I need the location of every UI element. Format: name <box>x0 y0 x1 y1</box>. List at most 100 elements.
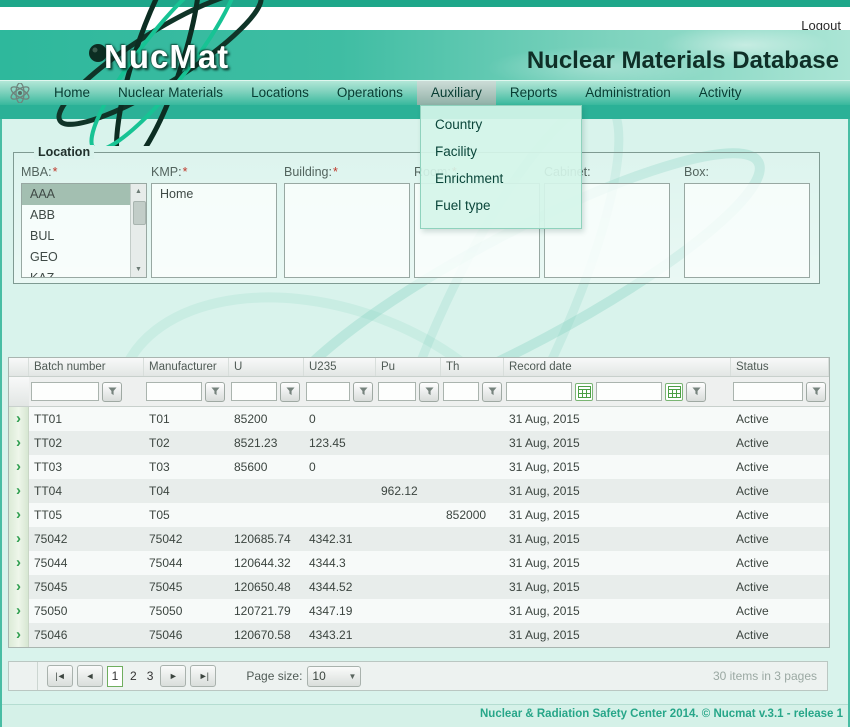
filter-input-status[interactable] <box>733 382 803 401</box>
page-number-link[interactable]: 2 <box>130 669 137 683</box>
column-header-status[interactable]: Status <box>731 358 829 376</box>
list-item[interactable]: Home <box>152 184 276 205</box>
expand-row-icon[interactable] <box>16 624 21 646</box>
table-row[interactable]: 7504275042120685.744342.3131 Aug, 2015Ac… <box>9 527 829 551</box>
table-row[interactable]: 7504675046120670.584343.2131 Aug, 2015Ac… <box>9 623 829 647</box>
brand-title[interactable]: NucMat <box>104 38 229 76</box>
expand-cell[interactable] <box>9 503 29 527</box>
column-header-u[interactable]: U <box>229 358 304 376</box>
calendar-button[interactable] <box>575 383 593 401</box>
list-item[interactable]: AAA <box>22 184 131 205</box>
expand-cell[interactable] <box>9 551 29 575</box>
table-row[interactable]: TT01T0185200031 Aug, 2015Active <box>9 407 829 431</box>
table-row[interactable]: 7504575045120650.484344.5231 Aug, 2015Ac… <box>9 575 829 599</box>
expand-row-icon[interactable] <box>16 408 21 430</box>
scroll-down-icon[interactable] <box>131 262 146 277</box>
nav-item-auxiliary[interactable]: Auxiliary <box>417 81 496 105</box>
page-size-select[interactable]: 10 <box>307 666 361 687</box>
table-row[interactable]: TT03T0385600031 Aug, 2015Active <box>9 455 829 479</box>
list-item[interactable]: BUL <box>22 226 146 247</box>
menu-item-fuel-type[interactable]: Fuel type <box>421 192 581 219</box>
location-field-kmp: KMP:*Home <box>151 165 277 278</box>
filter-funnel-button[interactable] <box>353 382 373 402</box>
filter-input-record-date-from[interactable] <box>506 382 572 401</box>
filter-input-pu[interactable] <box>378 382 416 401</box>
nav-item-administration[interactable]: Administration <box>571 81 685 105</box>
expand-row-icon[interactable] <box>16 432 21 454</box>
filter-input-record-date-to[interactable] <box>596 382 662 401</box>
column-header-u235[interactable]: U235 <box>304 358 376 376</box>
expand-row-icon[interactable] <box>16 528 21 550</box>
filter-funnel-button[interactable] <box>686 382 706 402</box>
filter-funnel-button[interactable] <box>419 382 439 402</box>
filter-funnel-button[interactable] <box>806 382 826 402</box>
expand-cell[interactable] <box>9 455 29 479</box>
pager-prev-button[interactable] <box>77 665 103 687</box>
filter-funnel-button[interactable] <box>102 382 122 402</box>
footer-bar: Nuclear & Radiation Safety Center 2014. … <box>0 704 850 727</box>
table-row[interactable]: 7504475044120644.324344.331 Aug, 2015Act… <box>9 551 829 575</box>
nav-item-reports[interactable]: Reports <box>496 81 571 105</box>
column-header-manufacturer[interactable]: Manufacturer <box>144 358 229 376</box>
expand-row-icon[interactable] <box>16 456 21 478</box>
pager-last-button[interactable] <box>190 665 216 687</box>
expand-row-icon[interactable] <box>16 504 21 526</box>
filter-funnel-button[interactable] <box>280 382 300 402</box>
scrollbar[interactable] <box>130 184 146 277</box>
list-item[interactable]: GEO <box>22 247 146 268</box>
nav-item-home[interactable]: Home <box>40 81 104 105</box>
menu-item-country[interactable]: Country <box>421 111 581 138</box>
listbox-building[interactable] <box>284 183 410 278</box>
nav-item-operations[interactable]: Operations <box>323 81 417 105</box>
expand-row-icon[interactable] <box>16 576 21 598</box>
filter-input-u235[interactable] <box>306 382 350 401</box>
expand-cell[interactable] <box>9 599 29 623</box>
filter-funnel-button[interactable] <box>205 382 225 402</box>
left-edge-strip <box>0 119 2 727</box>
column-header-pu[interactable]: Pu <box>376 358 441 376</box>
filter-input-th[interactable] <box>443 382 479 401</box>
expand-cell[interactable] <box>9 575 29 599</box>
table-row[interactable]: TT04T04962.1231 Aug, 2015Active <box>9 479 829 503</box>
cell-batch-number: TT03 <box>29 455 144 479</box>
column-header-batch-number[interactable]: Batch number <box>29 358 144 376</box>
page-number-link[interactable]: 3 <box>147 669 154 683</box>
expand-row-icon[interactable] <box>16 600 21 622</box>
expand-cell[interactable] <box>9 431 29 455</box>
nav-item-locations[interactable]: Locations <box>237 81 323 105</box>
nav-item-nuclear-materials[interactable]: Nuclear Materials <box>104 81 237 105</box>
column-header-record-date[interactable]: Record date <box>504 358 731 376</box>
expand-cell[interactable] <box>9 527 29 551</box>
page-number-current[interactable]: 1 <box>107 666 123 687</box>
pager-next-button[interactable] <box>160 665 186 687</box>
listbox-kmp[interactable]: Home <box>151 183 277 278</box>
list-item[interactable]: KAZ <box>22 268 146 278</box>
listbox-box[interactable] <box>684 183 810 278</box>
filter-funnel-button[interactable] <box>482 382 502 402</box>
menu-item-facility[interactable]: Facility <box>421 138 581 165</box>
nav-item-activity[interactable]: Activity <box>685 81 756 105</box>
expand-row-icon[interactable] <box>16 480 21 502</box>
calendar-button[interactable] <box>665 383 683 401</box>
cell-batch-number: TT01 <box>29 407 144 431</box>
table-row[interactable]: 7505075050120721.794347.1931 Aug, 2015Ac… <box>9 599 829 623</box>
table-row[interactable]: TT05T0585200031 Aug, 2015Active <box>9 503 829 527</box>
column-header-th[interactable]: Th <box>441 358 504 376</box>
data-grid: Batch numberManufacturerUU235PuThRecord … <box>8 357 830 648</box>
cell-manufacturer: T03 <box>144 455 229 479</box>
expand-cell[interactable] <box>9 479 29 503</box>
scroll-thumb[interactable] <box>133 201 146 225</box>
listbox-mba[interactable]: AAAABBBULGEOKAZ <box>21 183 147 278</box>
table-row[interactable]: TT02T028521.23123.4531 Aug, 2015Active <box>9 431 829 455</box>
cell-u: 120685.74 <box>229 527 304 551</box>
list-item[interactable]: ABB <box>22 205 146 226</box>
menu-item-enrichment[interactable]: Enrichment <box>421 165 581 192</box>
pager-first-button[interactable] <box>47 665 73 687</box>
filter-input-manufacturer[interactable] <box>146 382 202 401</box>
expand-cell[interactable] <box>9 623 29 647</box>
expand-cell[interactable] <box>9 407 29 431</box>
expand-row-icon[interactable] <box>16 552 21 574</box>
filter-input-u[interactable] <box>231 382 277 401</box>
filter-input-batch-number[interactable] <box>31 382 99 401</box>
scroll-up-icon[interactable] <box>131 184 146 199</box>
